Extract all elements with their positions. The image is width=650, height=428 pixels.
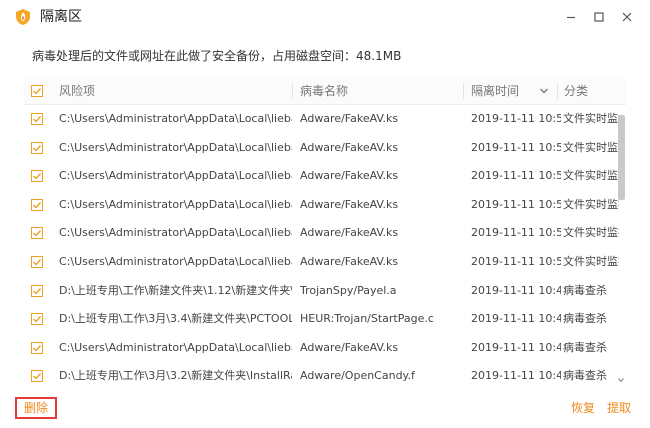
row-checkbox[interactable] [31,284,43,297]
row-category: 文件实时监控 [563,226,619,240]
check-icon [33,144,42,152]
table-row[interactable]: D:\上班专用\工作\新建文件夹\1.12\新建文件夹\360qn Trojan… [24,277,622,306]
row-category: 文件实时监控 [563,255,619,268]
disk-usage-info: 病毒处理后的文件或网址在此做了安全备份，占用磁盘空间：48.1MB [32,49,402,63]
table-row[interactable]: C:\Users\Administrator\AppData\Local\lie… [24,248,622,277]
row-time: 2019-11-11 10:52 [471,255,561,268]
row-category: 病毒查杀 [563,369,607,383]
row-virus-name: Adware/OpenCandy.f [300,369,415,383]
row-checkbox[interactable] [31,227,43,240]
row-path: C:\Users\Administrator\AppData\Local\lie… [59,255,292,268]
maximize-icon[interactable] [588,6,610,28]
scroll-down-icon[interactable] [616,375,626,385]
row-time: 2019-11-11 10:57 [471,140,561,154]
row-virus-name: Adware/FakeAV.ks [300,340,399,354]
row-path: C:\Users\Administrator\AppData\Local\lie… [59,197,292,211]
table-row[interactable]: C:\Users\Administrator\AppData\Local\lie… [24,191,622,220]
table-row[interactable]: C:\Users\Administrator\AppData\Local\lie… [24,134,622,163]
row-virus-name: Adware/FakeAV.ks [300,140,399,154]
row-category: 文件实时监控 [563,169,619,183]
row-checkbox[interactable] [31,256,43,268]
delete-button[interactable]: 删除 [15,397,57,419]
row-category: 病毒查杀 [563,283,607,297]
table-row[interactable]: C:\Users\Administrator\AppData\Local\lie… [24,334,622,363]
row-virus-name: HEUR:Trojan/StartPage.c [300,312,434,326]
scrollbar-thumb[interactable] [618,115,625,200]
row-checkbox[interactable] [31,170,43,183]
header-path[interactable]: 风险项 [59,77,95,105]
row-virus-name: Adware/FakeAV.ks [300,255,399,268]
row-path: C:\Users\Administrator\AppData\Local\lie… [59,340,292,354]
row-category: 病毒查杀 [563,312,607,326]
row-virus-name: Adware/FakeAV.ks [300,226,399,240]
check-icon [33,201,42,209]
check-icon [33,373,42,380]
row-path: D:\上班专用\工作\新建文件夹\1.12\新建文件夹\360qn [59,283,292,297]
check-icon [33,344,42,352]
row-virus-name: Adware/FakeAV.ks [300,169,399,183]
select-all-checkbox[interactable] [31,85,43,97]
column-divider [292,83,293,99]
table-row[interactable]: C:\Users\Administrator\AppData\Local\lie… [24,162,622,191]
row-checkbox[interactable] [31,198,43,211]
check-icon [33,173,42,180]
check-icon [33,259,42,266]
table-header: 风险项 病毒名称 隔离时间 分类 [24,77,626,105]
row-checkbox[interactable] [31,313,43,326]
window-title: 隔离区 [40,9,82,25]
row-time: 2019-11-11 10:47 [471,283,561,297]
row-path: C:\Users\Administrator\AppData\Local\lie… [59,226,292,240]
row-category: 文件实时监控 [563,112,619,125]
header-category[interactable]: 分类 [564,77,588,105]
row-time: 2019-11-11 10:52 [471,197,561,211]
row-checkbox[interactable] [31,370,43,383]
row-category: 文件实时监控 [563,140,619,154]
row-checkbox[interactable] [31,341,43,354]
row-time: 2019-11-11 10:47 [471,340,561,354]
table-row[interactable]: C:\Users\Administrator\AppData\Local\lie… [24,105,622,134]
check-icon [33,230,42,237]
row-path: C:\Users\Administrator\AppData\Local\lie… [59,112,292,125]
table-row[interactable]: D:\上班专用\工作\3月\3.4\新建文件夹\PCTOOL4.3gez HEU… [24,305,622,334]
table-row[interactable]: D:\上班专用\工作\3月\3.2\新建文件夹\InstallRarZilla_… [24,362,622,386]
close-icon[interactable] [616,6,638,28]
row-path: C:\Users\Administrator\AppData\Local\lie… [59,169,292,183]
row-checkbox[interactable] [31,141,43,154]
row-path: D:\上班专用\工作\3月\3.4\新建文件夹\PCTOOL4.3gez [59,312,292,326]
row-virus-name: TrojanSpy/Payel.a [300,283,397,297]
check-icon [33,287,42,295]
shield-logo-icon [14,8,32,26]
header-virus-name[interactable]: 病毒名称 [300,77,348,105]
row-time: 2019-11-11 10:52 [471,226,561,240]
row-category: 文件实时监控 [563,197,619,211]
quarantine-table: 风险项 病毒名称 隔离时间 分类 C:\Users\Administrator\… [24,77,626,386]
row-time: 2019-11-11 10:57 [471,112,561,125]
column-divider [557,83,558,99]
table-row[interactable]: C:\Users\Administrator\AppData\Local\lie… [24,219,622,248]
minimize-icon[interactable] [560,6,582,28]
chevron-down-icon[interactable] [536,83,552,99]
check-icon [33,116,42,123]
row-time: 2019-11-11 10:47 [471,369,561,383]
check-icon [33,88,42,95]
vertical-scrollbar[interactable] [616,105,626,386]
row-time: 2019-11-11 10:47 [471,312,561,326]
row-time: 2019-11-11 10:57 [471,169,561,183]
restore-button[interactable]: 恢复 [571,398,595,418]
row-checkbox[interactable] [31,113,43,125]
header-quarantine-time[interactable]: 隔离时间 [471,77,519,105]
row-path: C:\Users\Administrator\AppData\Local\lie… [59,140,292,154]
title-bar: 隔离区 [0,0,650,34]
extract-button[interactable]: 提取 [607,398,631,418]
column-divider [463,83,464,99]
row-path: D:\上班专用\工作\3月\3.2\新建文件夹\InstallRarZilla_… [59,369,292,383]
row-virus-name: Adware/FakeAV.ks [300,197,399,211]
check-icon [33,316,42,323]
row-category: 病毒查杀 [563,340,607,354]
row-virus-name: Adware/FakeAV.ks [300,112,399,125]
